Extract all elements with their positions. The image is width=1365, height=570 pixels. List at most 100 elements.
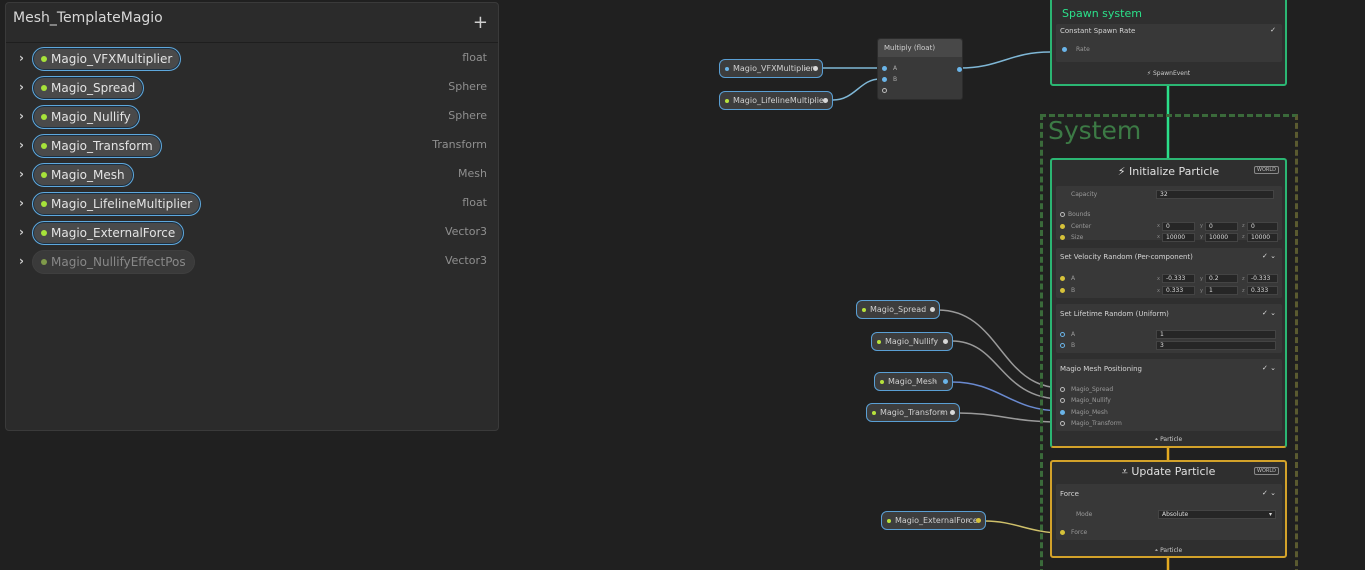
world-badge[interactable]: WORLD xyxy=(1254,467,1279,475)
velocity-b-x[interactable]: 0.333 xyxy=(1162,286,1195,295)
a-port[interactable] xyxy=(1060,332,1065,337)
input-b[interactable]: B xyxy=(882,76,897,83)
node-lifeline-multiplier[interactable]: Magio_LifelineMultiplier ‹ xyxy=(719,91,833,110)
blackboard-property-row[interactable]: › Magio_VFXMultiplier float xyxy=(6,45,500,74)
output-port[interactable] xyxy=(976,518,981,523)
collapse-arrow-icon[interactable]: ‹ xyxy=(934,373,937,390)
a-port[interactable] xyxy=(1060,276,1065,281)
blackboard-property-row[interactable]: › Magio_Spread Sphere xyxy=(6,74,500,103)
size-port[interactable] xyxy=(1060,235,1065,240)
spawn-context[interactable]: Spawn system Constant Spawn Rate ✓ Rate … xyxy=(1050,0,1287,86)
blackboard-property-row[interactable]: › Magio_ExternalForce Vector3 xyxy=(6,219,500,248)
blackboard-property-row[interactable]: › Magio_NullifyEffectPos Vector3 xyxy=(6,248,500,277)
size-z-field[interactable]: 10000 xyxy=(1247,233,1278,242)
center-x-field[interactable]: 0 xyxy=(1162,222,1195,231)
enable-checkbox[interactable]: ✓ xyxy=(1270,26,1276,34)
chevron-right-icon[interactable]: › xyxy=(19,109,24,123)
capacity-field[interactable]: 32 xyxy=(1156,190,1274,199)
b-port[interactable] xyxy=(1060,343,1065,348)
lifetime-b-field[interactable]: 3 xyxy=(1156,341,1276,350)
output-port[interactable] xyxy=(943,379,948,384)
chevron-right-icon[interactable]: › xyxy=(19,138,24,152)
mode-dropdown[interactable]: Absolute ▾ xyxy=(1158,510,1276,519)
property-pill[interactable]: Magio_ExternalForce xyxy=(32,221,185,245)
output-port[interactable] xyxy=(823,98,828,103)
empty-port-icon[interactable] xyxy=(882,88,887,93)
center-z-field[interactable]: 0 xyxy=(1247,222,1278,231)
node-spread[interactable]: Magio_Spread ‹ xyxy=(856,300,940,319)
center-port[interactable] xyxy=(1060,224,1065,229)
enable-checkbox[interactable]: ✓ ⌄ xyxy=(1262,489,1276,497)
chevron-right-icon[interactable]: › xyxy=(19,80,24,94)
node-nullify[interactable]: Magio_Nullify ‹ xyxy=(871,332,953,351)
enable-checkbox[interactable]: ✓ ⌄ xyxy=(1262,309,1276,317)
nullify-port[interactable] xyxy=(1060,398,1065,403)
collapse-arrow-icon[interactable]: ‹ xyxy=(804,60,807,77)
chevron-right-icon[interactable]: › xyxy=(19,225,24,239)
transform-port[interactable] xyxy=(1060,421,1065,426)
enable-checkbox[interactable]: ✓ ⌄ xyxy=(1262,364,1276,372)
collapse-arrow-icon[interactable]: ‹ xyxy=(934,333,937,350)
constant-spawn-rate-block[interactable]: Constant Spawn Rate ✓ Rate xyxy=(1056,24,1282,62)
size-y-field[interactable]: 10000 xyxy=(1205,233,1238,242)
output-port[interactable] xyxy=(957,67,962,72)
blackboard-property-row[interactable]: › Magio_Nullify Sphere xyxy=(6,103,500,132)
property-pill[interactable]: Magio_Mesh xyxy=(32,163,134,187)
property-pill[interactable]: Magio_Nullify xyxy=(32,105,140,129)
node-vfx-multiplier[interactable]: Magio_VFXMultiplier ‹ xyxy=(719,59,823,78)
b-port[interactable] xyxy=(1060,288,1065,293)
property-pill[interactable]: Magio_Transform xyxy=(32,134,162,158)
world-badge[interactable]: WORLD xyxy=(1254,166,1279,174)
property-pill[interactable]: Magio_NullifyEffectPos xyxy=(32,250,195,274)
mesh-positioning-block[interactable]: Magio Mesh Positioning ✓ ⌄ Magio_Spread … xyxy=(1056,359,1282,431)
collapse-arrow-icon[interactable]: ‹ xyxy=(967,512,970,529)
property-type: Mesh xyxy=(458,167,487,180)
system-label[interactable]: System xyxy=(1048,116,1141,145)
blackboard-property-row[interactable]: › Magio_Transform Transform xyxy=(6,132,500,161)
property-pill[interactable]: Magio_Spread xyxy=(32,76,145,100)
add-property-button[interactable]: + xyxy=(473,12,488,33)
blackboard-property-row[interactable]: › Magio_Mesh Mesh xyxy=(6,161,500,190)
output-port[interactable] xyxy=(930,307,935,312)
velocity-block[interactable]: Set Velocity Random (Per-component) ✓ ⌄ … xyxy=(1056,248,1282,298)
center-y-field[interactable]: 0 xyxy=(1205,222,1238,231)
port-icon[interactable] xyxy=(882,66,887,71)
blackboard-property-row[interactable]: › Magio_LifelineMultiplier float xyxy=(6,190,500,219)
chevron-right-icon[interactable]: › xyxy=(19,51,24,65)
initialize-context[interactable]: ⚡ Initialize Particle WORLD Capacity 32 … xyxy=(1050,158,1287,448)
property-pill[interactable]: Magio_VFXMultiplier xyxy=(32,47,182,71)
velocity-a-y[interactable]: 0.2 xyxy=(1205,274,1238,283)
node-transform[interactable]: Magio_Transform ‹ xyxy=(866,403,960,422)
multiply-node[interactable]: Multiply (float) A B xyxy=(877,38,963,100)
velocity-a-x[interactable]: -0.333 xyxy=(1162,274,1195,283)
size-x-field[interactable]: 10000 xyxy=(1162,233,1195,242)
output-port[interactable] xyxy=(813,66,818,71)
output-port[interactable] xyxy=(950,410,955,415)
chevron-right-icon[interactable]: › xyxy=(19,196,24,210)
force-port[interactable] xyxy=(1060,530,1065,535)
velocity-b-y[interactable]: 1 xyxy=(1205,286,1238,295)
collapse-arrow-icon[interactable]: ‹ xyxy=(941,404,944,421)
property-pill[interactable]: Magio_LifelineMultiplier xyxy=(32,192,202,216)
spread-port[interactable] xyxy=(1060,387,1065,392)
update-context[interactable]: ⩡ Update Particle WORLD Force ✓ ⌄ Mode A… xyxy=(1050,460,1287,558)
output-port[interactable] xyxy=(943,339,948,344)
collapse-arrow-icon[interactable]: ‹ xyxy=(814,92,817,109)
node-external-force[interactable]: Magio_ExternalForce ‹ xyxy=(881,511,986,530)
lifetime-a-field[interactable]: 1 xyxy=(1156,330,1276,339)
input-a[interactable]: A xyxy=(882,65,897,72)
mesh-port[interactable] xyxy=(1060,410,1065,415)
enable-checkbox[interactable]: ✓ ⌄ xyxy=(1262,252,1276,260)
chevron-right-icon[interactable]: › xyxy=(19,167,24,181)
bounds-port[interactable] xyxy=(1060,212,1065,217)
rate-port[interactable] xyxy=(1062,47,1067,52)
input-add[interactable] xyxy=(882,87,887,94)
node-mesh[interactable]: Magio_Mesh ‹ xyxy=(874,372,953,391)
lifetime-block[interactable]: Set Lifetime Random (Uniform) ✓ ⌄ A 1 B … xyxy=(1056,304,1282,353)
velocity-b-z[interactable]: 0.333 xyxy=(1247,286,1278,295)
velocity-a-z[interactable]: -0.333 xyxy=(1247,274,1278,283)
collapse-arrow-icon[interactable]: ‹ xyxy=(921,301,924,318)
force-block[interactable]: Force ✓ ⌄ Mode Absolute ▾ Force xyxy=(1056,484,1282,540)
chevron-right-icon[interactable]: › xyxy=(19,254,24,268)
port-icon[interactable] xyxy=(882,77,887,82)
